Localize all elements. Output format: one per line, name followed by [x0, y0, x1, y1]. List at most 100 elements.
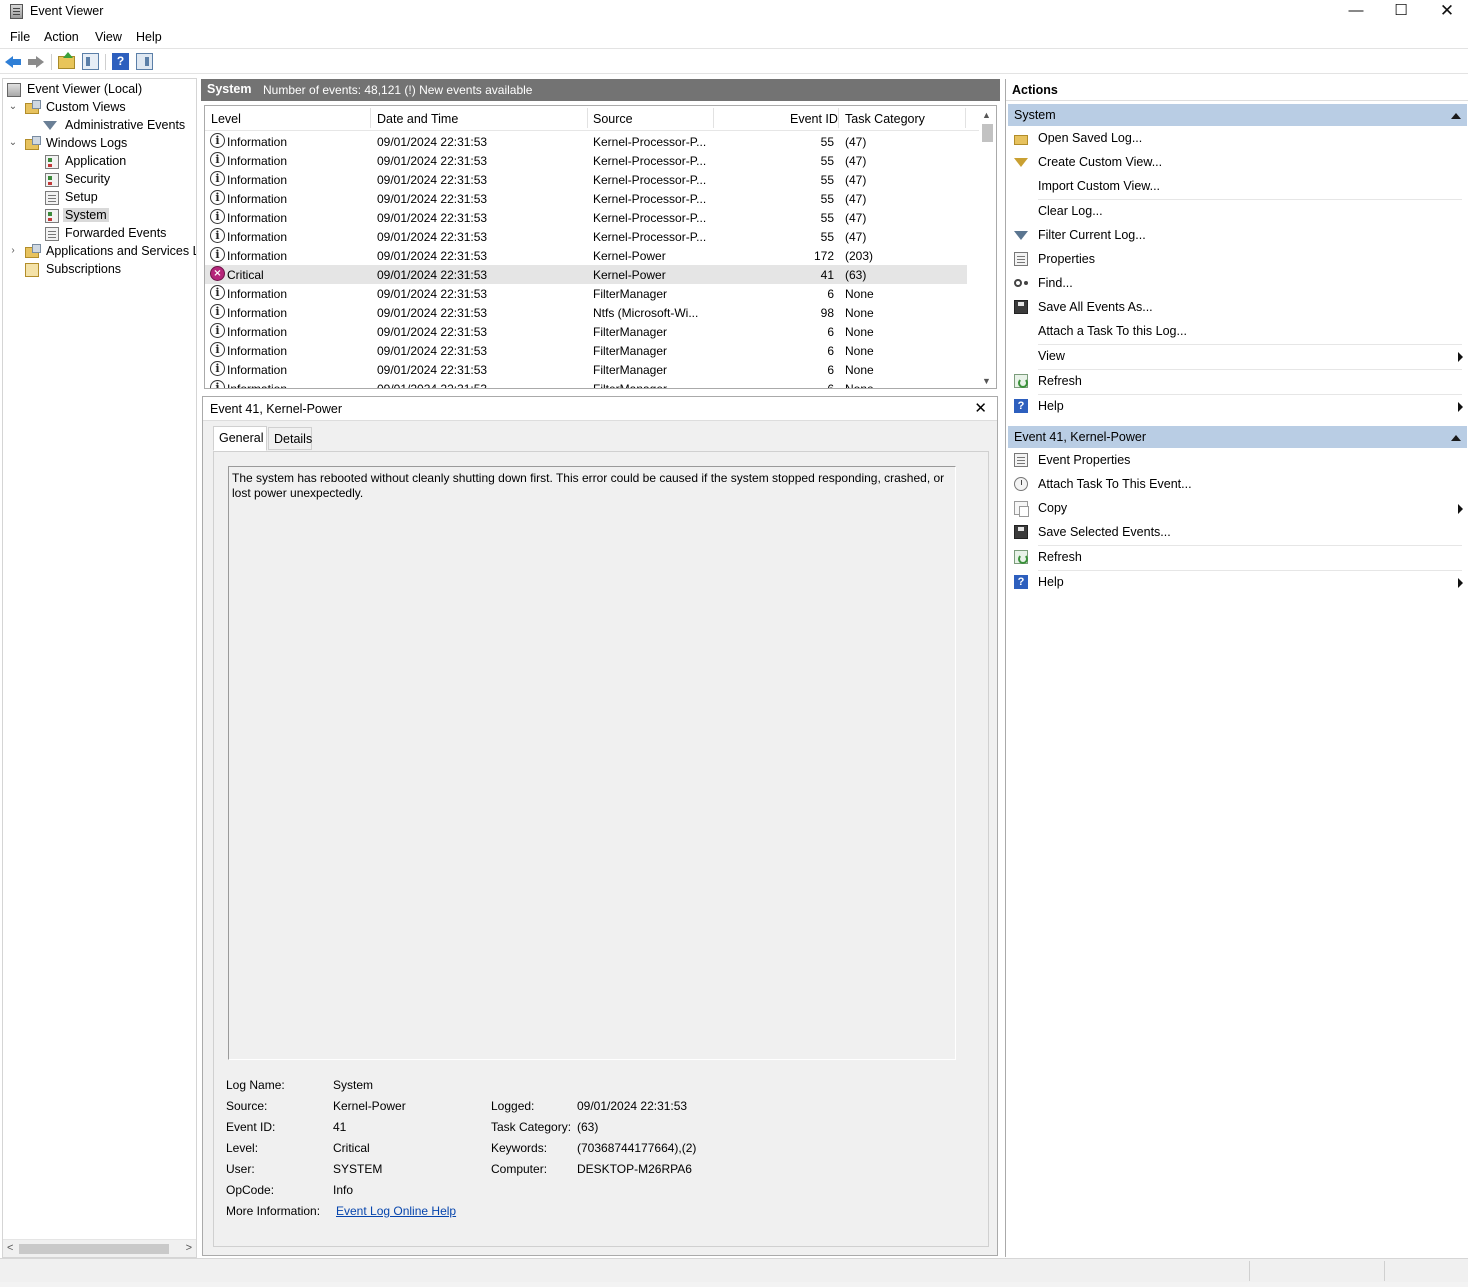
action-open-saved-log[interactable]: Open Saved Log...	[1010, 128, 1465, 150]
table-row[interactable]: i Information 09/01/2024 22:31:53 Kernel-Pr…	[205, 151, 967, 170]
scroll-left-icon[interactable]: <	[7, 1242, 13, 1254]
action-save-selected-events[interactable]: Save Selected Events...	[1010, 522, 1465, 544]
source-label: Source:	[226, 1099, 268, 1113]
table-row[interactable]: i Information 09/01/2024 22:31:53 FilterMan…	[205, 379, 967, 388]
up-folder-icon[interactable]	[58, 52, 75, 69]
action-attach-task-to-event[interactable]: Attach Task To This Event...	[1010, 474, 1465, 496]
table-row[interactable]: × Critical 09/01/2024 22:31:53 Kernel-Power…	[205, 265, 967, 284]
open-folder-icon	[1014, 135, 1028, 145]
tree-item-setup[interactable]: Setup	[3, 189, 196, 207]
collapse-chevron-icon[interactable]: ›	[7, 245, 19, 257]
table-row[interactable]: i Information 09/01/2024 22:31:53 Kernel-Po…	[205, 246, 967, 265]
column-divider[interactable]	[838, 108, 839, 128]
event-detail-pane: Event 41, Kernel-Power ✕ General Details…	[202, 396, 998, 1256]
scroll-down-icon[interactable]: ▼	[982, 376, 991, 386]
menu-action[interactable]: Action	[44, 30, 79, 44]
action-create-custom-view[interactable]: Create Custom View...	[1010, 152, 1465, 174]
tree-item-applications-and-services[interactable]: › Applications and Services Lo	[3, 243, 196, 261]
action-help[interactable]: ? Help	[1010, 396, 1465, 418]
help-icon[interactable]: ?	[112, 53, 129, 70]
action-attach-task-to-log[interactable]: Attach a Task To this Log...	[1010, 321, 1465, 343]
table-row[interactable]: i Information 09/01/2024 22:31:53 FilterMan…	[205, 284, 967, 303]
column-header-task-category[interactable]: Task Category	[845, 112, 925, 126]
action-view[interactable]: View	[1010, 346, 1465, 368]
table-row[interactable]: i Information 09/01/2024 22:31:53 Kernel-Pr…	[205, 189, 967, 208]
show-hide-action-pane-icon[interactable]	[136, 53, 153, 70]
table-row[interactable]: i Information 09/01/2024 22:31:53 Kernel-Pr…	[205, 170, 967, 189]
action-import-custom-view[interactable]: Import Custom View...	[1010, 176, 1465, 198]
forward-arrow-icon[interactable]	[27, 53, 44, 70]
refresh-icon	[1014, 374, 1028, 388]
back-arrow-icon[interactable]	[5, 53, 22, 70]
scroll-thumb[interactable]	[19, 1244, 169, 1254]
close-button[interactable]: ✕	[1424, 0, 1468, 24]
tree-item-application[interactable]: Application	[3, 153, 196, 171]
table-row[interactable]: i Information 09/01/2024 22:31:53 Kernel-Pr…	[205, 132, 967, 151]
action-find[interactable]: Find...	[1010, 273, 1465, 295]
tree-item-label: Forwarded Events	[65, 226, 167, 240]
action-copy[interactable]: Copy	[1010, 498, 1465, 520]
event-count[interactable]: Number of events: 48,121 (!) New events …	[263, 83, 532, 97]
table-row[interactable]: i Information 09/01/2024 22:31:53 FilterMan…	[205, 360, 967, 379]
action-filter-current-log[interactable]: Filter Current Log...	[1010, 225, 1465, 247]
close-detail-icon[interactable]: ✕	[974, 399, 987, 417]
maximize-button[interactable]: ☐	[1378, 0, 1424, 24]
column-divider[interactable]	[713, 108, 714, 128]
tree-item-system[interactable]: System	[3, 207, 196, 225]
event-list-scrollbar[interactable]: ▲ ▼	[979, 106, 996, 388]
general-tab-panel: The system has rebooted without cleanly …	[213, 451, 989, 1247]
tab-general[interactable]: General	[213, 426, 267, 451]
action-save-all-events-as[interactable]: Save All Events As...	[1010, 297, 1465, 319]
tree-item-security[interactable]: Security	[3, 171, 196, 189]
tab-details[interactable]: Details	[268, 427, 312, 450]
column-divider[interactable]	[370, 108, 371, 128]
tree-item-subscriptions[interactable]: Subscriptions	[3, 261, 196, 279]
table-row[interactable]: i Information 09/01/2024 22:31:53 Ntfs (Mic…	[205, 303, 967, 322]
collapse-caret-icon[interactable]	[1451, 113, 1461, 119]
collapse-caret-icon[interactable]	[1451, 435, 1461, 441]
action-help-event[interactable]: ? Help	[1010, 572, 1465, 594]
actions-section-event[interactable]: Event 41, Kernel-Power	[1008, 426, 1467, 448]
table-row[interactable]: i Information 09/01/2024 22:31:53 Kernel-Pr…	[205, 208, 967, 227]
tree-item-administrative-events[interactable]: Administrative Events	[3, 117, 196, 135]
tree-item-forwarded-events[interactable]: Forwarded Events	[3, 225, 196, 243]
action-refresh-event[interactable]: Refresh	[1010, 547, 1465, 569]
tree-horizontal-scrollbar[interactable]: < >	[3, 1239, 196, 1257]
column-divider[interactable]	[587, 108, 588, 128]
scroll-right-icon[interactable]: >	[186, 1242, 192, 1254]
column-divider[interactable]	[965, 108, 966, 128]
column-header-date[interactable]: Date and Time	[377, 112, 458, 126]
action-label: Event Properties	[1038, 453, 1131, 467]
action-refresh[interactable]: Refresh	[1010, 371, 1465, 393]
scroll-thumb[interactable]	[982, 124, 993, 142]
expand-chevron-icon[interactable]: ⌄	[7, 137, 19, 149]
column-header-event-id[interactable]: Event ID	[790, 112, 838, 126]
menu-file[interactable]: File	[10, 30, 30, 44]
tree-item-custom-views[interactable]: ⌄ Custom Views	[3, 99, 196, 117]
table-row[interactable]: i Information 09/01/2024 22:31:53 Kernel-Pr…	[205, 227, 967, 246]
event-log-online-help-link[interactable]: Event Log Online Help	[336, 1204, 456, 1218]
show-hide-console-tree-icon[interactable]	[82, 53, 99, 70]
tree-item-event-viewer-local[interactable]: Event Viewer (Local)	[3, 81, 196, 99]
column-header-level[interactable]: Level	[211, 112, 241, 126]
minimize-button[interactable]: —	[1333, 0, 1379, 24]
table-row[interactable]: i Information 09/01/2024 22:31:53 FilterMan…	[205, 341, 967, 360]
action-properties[interactable]: Properties	[1010, 249, 1465, 271]
menu-view[interactable]: View	[95, 30, 122, 44]
column-header-source[interactable]: Source	[593, 112, 633, 126]
action-event-properties[interactable]: Event Properties	[1010, 450, 1465, 472]
actions-section-system[interactable]: System	[1008, 104, 1467, 126]
action-clear-log[interactable]: Clear Log...	[1010, 201, 1465, 223]
event-description[interactable]: The system has rebooted without cleanly …	[228, 466, 956, 1060]
cell-date: 09/01/2024 22:31:53	[377, 230, 488, 244]
information-icon: i	[210, 380, 225, 388]
scroll-up-icon[interactable]: ▲	[982, 110, 991, 120]
expand-chevron-icon[interactable]: ⌄	[7, 101, 19, 113]
subscriptions-icon	[25, 263, 39, 277]
menu-bar: File Action View Help	[0, 26, 1468, 48]
event-id-value: 41	[333, 1120, 347, 1134]
table-row[interactable]: i Information 09/01/2024 22:31:53 FilterMan…	[205, 322, 967, 341]
menu-help[interactable]: Help	[136, 30, 162, 44]
tree-item-windows-logs[interactable]: ⌄ Windows Logs	[3, 135, 196, 153]
action-label: Find...	[1038, 276, 1073, 290]
